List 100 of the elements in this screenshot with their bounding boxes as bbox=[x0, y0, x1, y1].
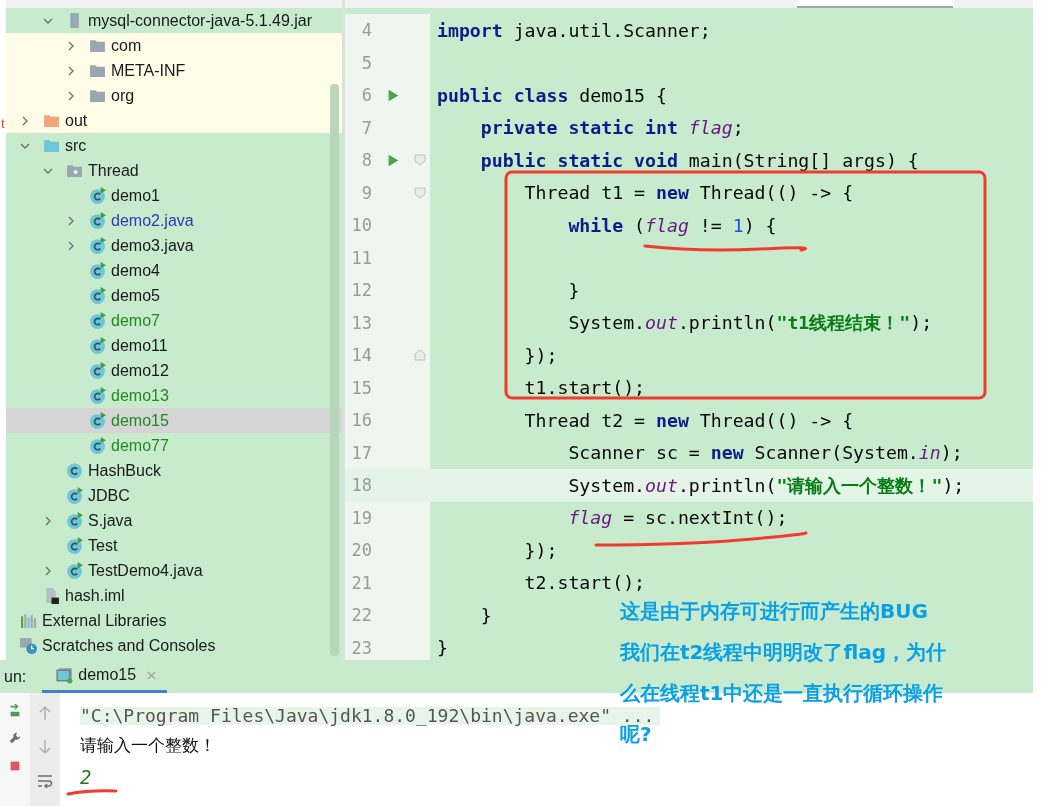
line-number: 6 bbox=[360, 85, 372, 106]
code-line: System.out.println("t1线程结束！"); bbox=[567, 311, 933, 336]
tree-item[interactable]: External Libraries bbox=[6, 608, 342, 633]
editor-tab[interactable] bbox=[797, 0, 953, 8]
folder-icon bbox=[89, 87, 106, 104]
tree-item[interactable]: S.java bbox=[6, 508, 342, 533]
line-number: 20 bbox=[350, 540, 372, 561]
class-icon bbox=[89, 187, 106, 204]
class-icon bbox=[89, 237, 106, 254]
code-line: public static void main(String[] args) { bbox=[479, 149, 919, 171]
tree-item[interactable]: com bbox=[6, 33, 342, 58]
tree-item[interactable]: demo2.java bbox=[6, 208, 342, 233]
class-icon bbox=[89, 387, 106, 404]
class-icon bbox=[89, 437, 106, 454]
underline-mark bbox=[66, 789, 118, 796]
file-name: demo15 bbox=[111, 411, 169, 430]
fold-icon[interactable] bbox=[414, 186, 426, 199]
fold-icon[interactable] bbox=[414, 154, 426, 167]
annotation-text: 呢? bbox=[620, 723, 652, 745]
tree-item[interactable]: Thread bbox=[6, 158, 342, 183]
typed-value: 2 bbox=[80, 766, 92, 788]
line-number: 9 bbox=[360, 182, 372, 203]
code-line: } bbox=[567, 279, 580, 301]
soft-wrap-icon[interactable] bbox=[37, 773, 53, 789]
file-name: demo7 bbox=[111, 311, 160, 330]
class-icon bbox=[66, 537, 83, 554]
wrench-icon[interactable] bbox=[8, 731, 22, 745]
tree-item[interactable]: demo4 bbox=[6, 258, 342, 283]
scratches-icon bbox=[20, 637, 37, 654]
line-number: 7 bbox=[360, 117, 372, 138]
text-fragment: t bbox=[1, 116, 5, 131]
line-number: 15 bbox=[350, 377, 372, 398]
run-icon[interactable] bbox=[386, 152, 400, 168]
file-name: demo2.java bbox=[111, 211, 194, 230]
stop-icon[interactable] bbox=[8, 759, 22, 773]
tree-item[interactable]: mysql-connector-java-5.1.49.jar bbox=[6, 8, 342, 33]
tree-item[interactable]: META-INF bbox=[6, 58, 342, 83]
folder-icon bbox=[43, 137, 60, 154]
tree-item[interactable]: org bbox=[6, 83, 342, 108]
run-icon[interactable] bbox=[386, 87, 400, 103]
class-icon bbox=[89, 312, 106, 329]
line-number: 23 bbox=[350, 637, 372, 658]
code-line: import java.util.Scanner; bbox=[437, 19, 711, 41]
tree-item[interactable]: Scratches and Consoles bbox=[6, 633, 342, 658]
tree-item[interactable]: out bbox=[6, 108, 342, 133]
libraries-icon bbox=[20, 612, 37, 629]
tree-item[interactable]: demo1 bbox=[6, 183, 342, 208]
folder-icon bbox=[89, 37, 106, 54]
code-line: } bbox=[437, 637, 448, 659]
tree-item[interactable]: HashBuck bbox=[6, 458, 342, 483]
console-icon bbox=[56, 666, 74, 684]
folder-icon bbox=[89, 62, 106, 79]
class-icon bbox=[66, 512, 83, 529]
close-icon[interactable] bbox=[146, 669, 158, 681]
annotation-text: 我们在t2线程中明明改了flag，为什 bbox=[620, 641, 947, 663]
tree-item[interactable]: Test bbox=[6, 533, 342, 558]
line-number: 13 bbox=[350, 312, 372, 333]
scrollbar[interactable] bbox=[330, 84, 339, 656]
line-number: 12 bbox=[350, 280, 372, 301]
class-icon bbox=[89, 287, 106, 304]
code-line: Thread t2 = new Thread(() -> { bbox=[523, 409, 854, 431]
output-text: 请输入一个整数！ bbox=[80, 734, 216, 757]
tree-item[interactable]: demo11 bbox=[6, 333, 342, 358]
command-text: "C:\Program Files\Java\jdk1.8.0_192\bin\java.exe" ... bbox=[80, 707, 661, 725]
file-name: demo13 bbox=[111, 386, 169, 405]
class-icon bbox=[89, 337, 106, 354]
line-number: 11 bbox=[350, 247, 372, 268]
run-label: un: bbox=[4, 667, 27, 686]
line-number: 17 bbox=[350, 442, 372, 463]
tree-item[interactable]: demo5 bbox=[6, 283, 342, 308]
line-number: 10 bbox=[350, 215, 372, 236]
class-icon bbox=[66, 562, 83, 579]
code-line: flag = sc.nextInt(); bbox=[567, 507, 788, 529]
down-arrow-icon[interactable] bbox=[37, 739, 53, 755]
rerun-icon[interactable] bbox=[8, 703, 22, 717]
run-tab[interactable]: demo15 bbox=[42, 660, 168, 693]
tree-item[interactable]: src bbox=[6, 133, 342, 158]
class-icon bbox=[89, 262, 106, 279]
line-number: 5 bbox=[360, 52, 372, 73]
folder-icon bbox=[43, 112, 60, 129]
package-icon bbox=[66, 162, 83, 179]
fold-icon[interactable] bbox=[414, 349, 426, 362]
tree-item[interactable]: demo3.java bbox=[6, 233, 342, 258]
code-line: } bbox=[479, 604, 492, 626]
code-line: t1.start(); bbox=[523, 377, 646, 399]
class-icon bbox=[66, 462, 83, 479]
tree-item[interactable]: demo12 bbox=[6, 358, 342, 383]
code-line: while (flag != 1) { bbox=[567, 214, 777, 236]
class-icon bbox=[66, 487, 83, 504]
annotation-text: 么在线程t1中还是一直执行循环操作 bbox=[620, 682, 944, 704]
annotation-text: 这是由于内存可进行而产生的BUG bbox=[620, 600, 928, 622]
file-icon bbox=[43, 587, 60, 604]
line-number: 8 bbox=[360, 150, 372, 171]
tree-item[interactable]: JDBC bbox=[6, 483, 342, 508]
line-number: 4 bbox=[360, 20, 372, 41]
line-number: 16 bbox=[350, 410, 372, 431]
up-arrow-icon[interactable] bbox=[37, 705, 53, 721]
tree-item[interactable]: TestDemo4.java bbox=[6, 558, 342, 583]
tree-item[interactable]: hash.iml bbox=[6, 583, 342, 608]
file-name: demo77 bbox=[111, 436, 169, 455]
